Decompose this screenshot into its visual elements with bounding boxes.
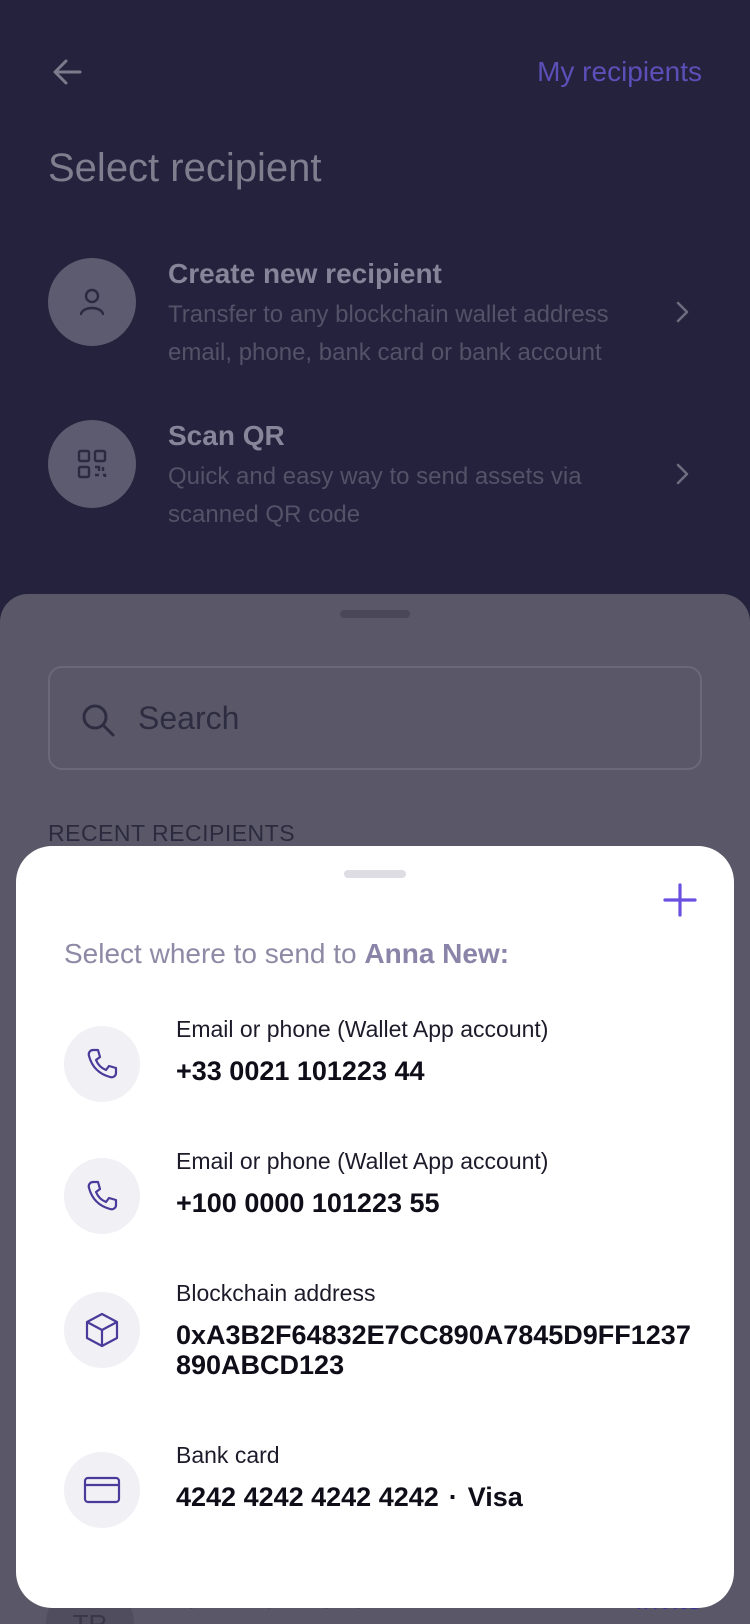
destination-icon	[64, 1292, 140, 1368]
cube-icon	[85, 1312, 119, 1348]
option-description: Quick and easy way to send assets via sc…	[168, 463, 582, 528]
create-new-recipient-option[interactable]: Create new recipient Transfer to any blo…	[48, 258, 708, 378]
recipient-name: Anna New:	[364, 938, 510, 969]
chevron-right-icon	[676, 301, 689, 323]
card-icon	[83, 1476, 121, 1504]
destination-label: Email or phone (Wallet App account)	[176, 1148, 549, 1174]
destination-label: Bank card	[176, 1442, 280, 1468]
search-field[interactable]	[48, 666, 702, 770]
send-destination-sheet: Select where to send to Anna New: Email …	[16, 846, 734, 1608]
destination-icon	[64, 1452, 140, 1528]
card-number: 4242 4242 4242 4242	[176, 1482, 439, 1512]
sheet-title-prefix: Select where to send to	[64, 938, 365, 969]
add-destination-button[interactable]	[658, 878, 702, 922]
destination-value: +100 0000 101223 55	[176, 1188, 440, 1218]
page-title: Select recipient	[48, 146, 322, 190]
destination-label: Email or phone (Wallet App account)	[176, 1016, 549, 1042]
top-bar: My recipients	[0, 0, 750, 150]
option-title: Scan QR	[168, 420, 285, 451]
search-icon	[82, 704, 115, 737]
create-recipient-avatar	[48, 258, 136, 346]
scan-qr-avatar	[48, 420, 136, 508]
destination-value: 4242 4242 4242 4242 · Visa	[176, 1482, 696, 1512]
qr-code-icon	[77, 449, 107, 479]
drag-handle[interactable]	[340, 610, 410, 618]
sheet-title: Select where to send to Anna New:	[64, 938, 509, 970]
destination-icon	[64, 1026, 140, 1102]
destination-icon	[64, 1158, 140, 1234]
person-icon	[79, 288, 105, 316]
option-title: Create new recipient	[168, 258, 442, 289]
phone-icon	[87, 1180, 118, 1211]
search-input[interactable]	[138, 668, 678, 768]
back-button[interactable]	[46, 50, 90, 94]
scan-qr-option[interactable]: Scan QR Quick and easy way to send asset…	[48, 420, 708, 540]
phone-icon	[87, 1048, 118, 1079]
recent-recipients-heading: RECENT RECIPIENTS	[48, 820, 296, 846]
destination-value: 0xA3B2F64832E7CC890A7845D9FF1237890ABCD1…	[176, 1320, 691, 1380]
option-description: Transfer to any blockchain wallet addres…	[168, 301, 609, 366]
destination-value: +33 0021 101223 44	[176, 1056, 425, 1086]
separator: ·	[448, 1482, 458, 1512]
destination-label: Blockchain address	[176, 1280, 376, 1306]
drag-handle[interactable]	[344, 870, 406, 878]
arrow-left-icon	[53, 59, 82, 85]
my-recipients-link[interactable]: My recipients	[537, 56, 702, 88]
plus-icon	[663, 883, 697, 917]
card-network: Visa	[467, 1482, 523, 1512]
chevron-right-icon	[676, 463, 689, 485]
